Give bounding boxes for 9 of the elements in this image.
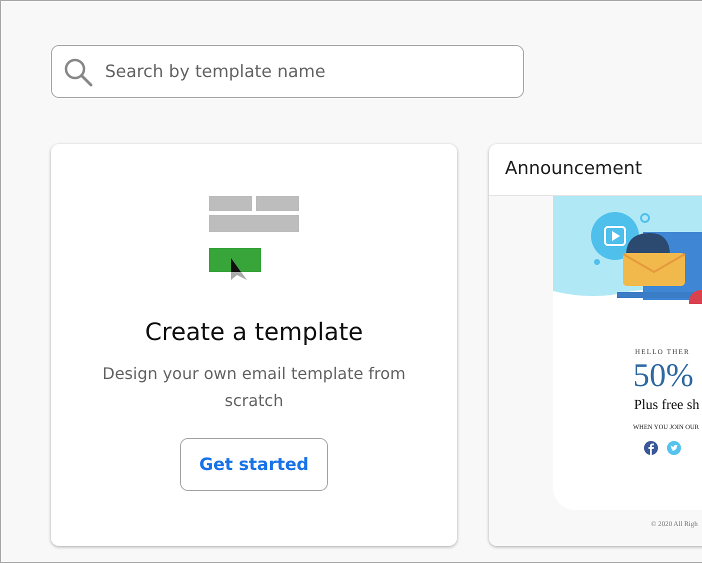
email-subheadline: Plus free sh — [634, 398, 700, 414]
twitter-icon — [667, 441, 681, 455]
card-description: Design your own email template from scratch — [101, 363, 407, 412]
card-title: Create a template — [144, 318, 364, 346]
get-started-button[interactable]: Get started — [180, 438, 328, 491]
search-field[interactable]: Search by template name — [51, 45, 524, 98]
facebook-icon — [644, 441, 658, 455]
template-layout-icon — [209, 196, 299, 280]
email-headline: 50% — [633, 357, 694, 396]
